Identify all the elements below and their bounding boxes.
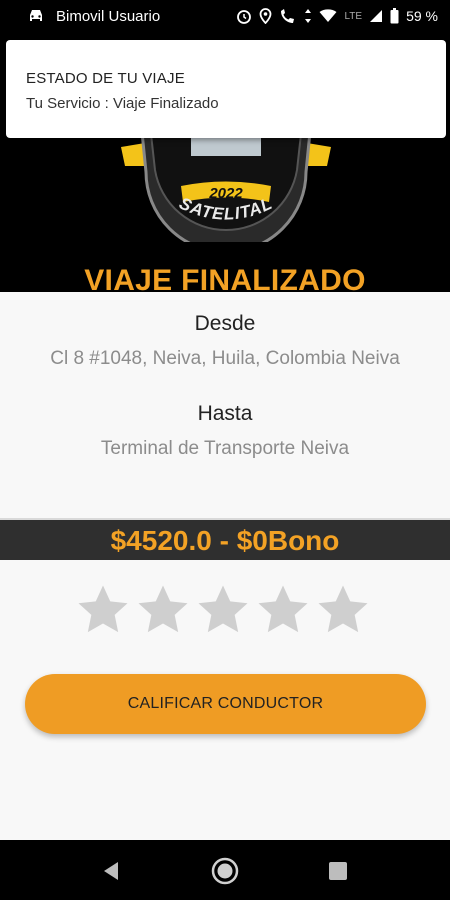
rate-driver-button[interactable]: CALIFICAR CONDUCTOR bbox=[25, 674, 426, 734]
price-bar: $4520.0 - $0Bono bbox=[0, 518, 450, 560]
status-bar: Bimovil Usuario LTE 59 % bbox=[0, 0, 450, 32]
signal-icon bbox=[370, 10, 383, 22]
to-address: Terminal de Transporte Neiva bbox=[100, 438, 350, 459]
star-icon-1[interactable] bbox=[75, 582, 131, 638]
recents-icon[interactable] bbox=[322, 855, 354, 887]
star-icon-5[interactable] bbox=[315, 582, 371, 638]
home-icon[interactable] bbox=[209, 855, 241, 887]
logo-year: 2022 bbox=[208, 185, 243, 202]
app-name: Bimovil Usuario bbox=[56, 7, 161, 25]
trip-details: Desde Cl 8 #1048, Neiva, Huila, Colombia… bbox=[0, 292, 450, 840]
to-label: Hasta bbox=[197, 402, 253, 425]
location-icon bbox=[260, 8, 272, 24]
star-icon-3[interactable] bbox=[195, 582, 251, 638]
car-icon bbox=[30, 10, 42, 21]
network-type: LTE bbox=[344, 10, 363, 22]
battery-icon bbox=[390, 8, 399, 24]
trip-notification[interactable]: ESTADO DE TU VIAJE Tu Servicio : Viaje F… bbox=[6, 40, 446, 138]
notification-title: ESTADO DE TU VIAJE bbox=[26, 70, 185, 87]
data-transfer-icon bbox=[305, 9, 312, 23]
alarm-icon bbox=[237, 10, 252, 24]
system-nav-bar bbox=[0, 840, 450, 900]
battery-level: 59 % bbox=[406, 8, 438, 24]
lte-call-icon bbox=[281, 9, 295, 23]
star-icon-2[interactable] bbox=[135, 582, 191, 638]
back-icon[interactable] bbox=[96, 855, 128, 887]
from-address: Cl 8 #1048, Neiva, Huila, Colombia Neiva bbox=[50, 348, 400, 369]
notification-body: Tu Servicio : Viaje Finalizado bbox=[26, 95, 219, 112]
from-label: Desde bbox=[194, 312, 256, 335]
rating-stars bbox=[75, 582, 375, 638]
star-icon-4[interactable] bbox=[255, 582, 311, 638]
wifi-icon bbox=[319, 9, 337, 22]
